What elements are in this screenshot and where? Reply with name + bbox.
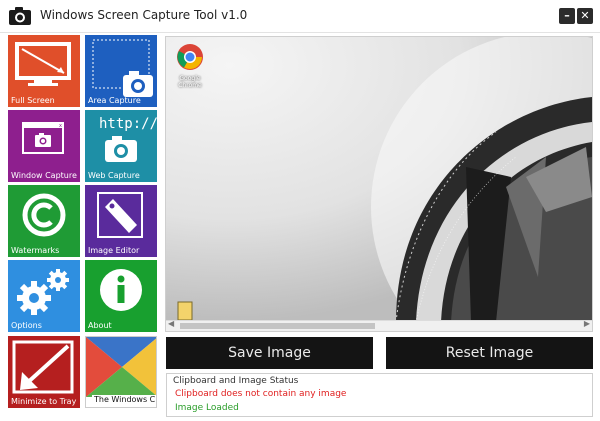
reset-image-button[interactable]: Reset Image bbox=[386, 337, 593, 369]
scroll-right-icon[interactable]: ▶ bbox=[584, 319, 590, 328]
chrome-icon bbox=[177, 44, 203, 70]
google-chrome-shortcut[interactable]: Google Chrome bbox=[172, 43, 208, 89]
image-preview[interactable]: Google Chrome ◀ ▶ bbox=[165, 36, 593, 332]
tile-label: Full Screen bbox=[11, 96, 55, 105]
scrollbar-thumb[interactable] bbox=[180, 323, 375, 329]
horizontal-scrollbar[interactable]: ◀ ▶ bbox=[166, 319, 592, 331]
tile-label: About bbox=[88, 321, 112, 330]
save-image-button[interactable]: Save Image bbox=[166, 337, 373, 369]
tile-label: Web Capture bbox=[88, 171, 140, 180]
web-capture-tile[interactable]: http:// Web Capture bbox=[85, 110, 157, 182]
status-panel: Clipboard and Image Status Clipboard doe… bbox=[166, 373, 593, 417]
camera-app-icon bbox=[9, 7, 31, 25]
tile-label: Minimize to Tray bbox=[11, 397, 77, 406]
shortcut-label: Google Chrome bbox=[178, 75, 202, 89]
window-capture-tile[interactable]: x Window Capture bbox=[8, 110, 80, 182]
tile-label: Area Capture bbox=[88, 96, 141, 105]
image-editor-tile[interactable]: Image Editor bbox=[85, 185, 157, 257]
tile-label: The Windows Club bbox=[92, 395, 156, 404]
tile-label: Image Editor bbox=[88, 246, 140, 255]
scroll-left-icon[interactable]: ◀ bbox=[168, 319, 174, 328]
tile-label: Watermarks bbox=[11, 246, 60, 255]
watermarks-tile[interactable]: Watermarks bbox=[8, 185, 80, 257]
status-title: Clipboard and Image Status bbox=[173, 376, 299, 386]
options-tile[interactable]: Options bbox=[8, 260, 80, 332]
full-screen-tile[interactable]: Full Screen bbox=[8, 35, 80, 107]
title-bar: Windows Screen Capture Tool v1.0 – ✕ bbox=[0, 0, 600, 33]
area-capture-tile[interactable]: Area Capture bbox=[85, 35, 157, 107]
image-status: Image Loaded bbox=[175, 403, 239, 413]
window-title: Windows Screen Capture Tool v1.0 bbox=[40, 8, 248, 22]
close-button[interactable]: ✕ bbox=[577, 8, 593, 24]
minimize-button[interactable]: – bbox=[559, 8, 575, 24]
tile-label: Window Capture bbox=[11, 171, 77, 180]
tile-label: Options bbox=[11, 321, 42, 330]
windows-club-tile[interactable]: The Windows Club bbox=[85, 336, 157, 408]
clipboard-status: Clipboard does not contain any image bbox=[175, 389, 347, 399]
about-tile[interactable]: About bbox=[85, 260, 157, 332]
svg-text:x: x bbox=[59, 123, 62, 129]
minimize-to-tray-tile[interactable]: Minimize to Tray bbox=[8, 336, 80, 408]
desktop-wallpaper-image bbox=[166, 37, 592, 331]
